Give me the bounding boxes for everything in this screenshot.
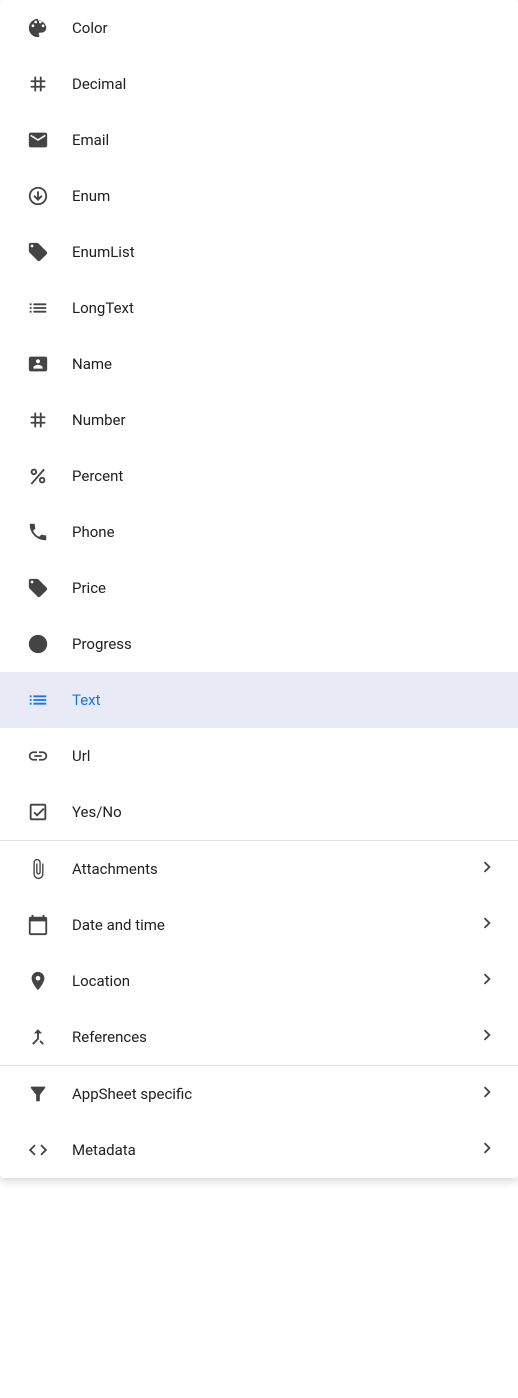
menu-item-label-appsheet-specific: AppSheet specific: [72, 1085, 476, 1103]
menu-item-label-longtext: LongText: [72, 299, 498, 317]
hash-icon: [20, 409, 56, 431]
arrow-icon-location: [476, 968, 498, 994]
menu-item-metadata[interactable]: Metadata: [0, 1122, 518, 1178]
link-icon: [20, 745, 56, 767]
menu-item-text[interactable]: Text: [0, 672, 518, 728]
menu-item-decimal[interactable]: Decimal: [0, 56, 518, 112]
menu-item-label-color: Color: [72, 19, 498, 37]
menu-item-enum[interactable]: Enum: [0, 168, 518, 224]
menu-item-label-phone: Phone: [72, 523, 498, 541]
menu-section-basic: Color Decimal Email Enum EnumList LongText Nam…: [0, 0, 518, 841]
calendar-icon: [20, 914, 56, 936]
arrow-icon-references: [476, 1024, 498, 1050]
menu-item-label-decimal: Decimal: [72, 75, 498, 93]
checkbox-icon: [20, 801, 56, 823]
menu-item-number[interactable]: Number: [0, 392, 518, 448]
menu-section-advanced: AppSheet specific Metadata: [0, 1066, 518, 1178]
funnel-icon: [20, 1083, 56, 1105]
menu-item-label-text: Text: [72, 691, 498, 709]
menu-item-color[interactable]: Color: [0, 0, 518, 56]
menu-item-price[interactable]: Price: [0, 560, 518, 616]
menu-item-progress[interactable]: Progress: [0, 616, 518, 672]
menu-item-yesno[interactable]: Yes/No: [0, 784, 518, 840]
menu-item-appsheet-specific[interactable]: AppSheet specific: [0, 1066, 518, 1122]
envelope-icon: [20, 129, 56, 151]
menu-item-url[interactable]: Url: [0, 728, 518, 784]
menu-item-label-enumlist: EnumList: [72, 243, 498, 261]
menu-item-label-name: Name: [72, 355, 498, 373]
menu-item-label-attachments: Attachments: [72, 860, 476, 878]
menu-item-name[interactable]: Name: [0, 336, 518, 392]
menu-item-label-email: Email: [72, 131, 498, 149]
menu-item-enumlist[interactable]: EnumList: [0, 224, 518, 280]
menu-item-label-number: Number: [72, 411, 498, 429]
lines-icon: [20, 689, 56, 711]
paperclip-icon: [20, 858, 56, 880]
arrow-icon-metadata: [476, 1137, 498, 1163]
menu-item-label-price: Price: [72, 579, 498, 597]
menu-item-label-references: References: [72, 1028, 476, 1046]
menu-item-longtext[interactable]: LongText: [0, 280, 518, 336]
phone-icon: [20, 521, 56, 543]
menu-container: Color Decimal Email Enum EnumList LongText Nam…: [0, 0, 518, 1178]
menu-item-label-enum: Enum: [72, 187, 498, 205]
menu-item-label-date-and-time: Date and time: [72, 916, 476, 934]
palette-icon: [20, 17, 56, 39]
arrow-icon-attachments: [476, 856, 498, 882]
menu-item-date-and-time[interactable]: Date and time: [0, 897, 518, 953]
menu-item-location[interactable]: Location: [0, 953, 518, 1009]
price-tag-icon: [20, 577, 56, 599]
menu-item-percent[interactable]: Percent: [0, 448, 518, 504]
menu-item-phone[interactable]: Phone: [0, 504, 518, 560]
menu-item-label-metadata: Metadata: [72, 1141, 476, 1159]
menu-item-attachments[interactable]: Attachments: [0, 841, 518, 897]
circle-fill-icon: [20, 633, 56, 655]
list-text-icon: [20, 297, 56, 319]
menu-item-label-yesno: Yes/No: [72, 803, 498, 821]
percent-icon: [20, 465, 56, 487]
id-card-icon: [20, 353, 56, 375]
hash-icon: [20, 73, 56, 95]
menu-item-references[interactable]: References: [0, 1009, 518, 1065]
circle-down-icon: [20, 185, 56, 207]
menu-item-label-progress: Progress: [72, 635, 498, 653]
menu-item-label-percent: Percent: [72, 467, 498, 485]
tag-outline-icon: [20, 241, 56, 263]
menu-item-label-location: Location: [72, 972, 476, 990]
merge-icon: [20, 1026, 56, 1048]
menu-item-label-url: Url: [72, 747, 498, 765]
menu-item-email[interactable]: Email: [0, 112, 518, 168]
menu-section-special: Attachments Date and time Location Referenc…: [0, 841, 518, 1066]
arrow-icon-date-and-time: [476, 912, 498, 938]
code-icon: [20, 1139, 56, 1161]
arrow-icon-appsheet-specific: [476, 1081, 498, 1107]
pin-icon: [20, 970, 56, 992]
